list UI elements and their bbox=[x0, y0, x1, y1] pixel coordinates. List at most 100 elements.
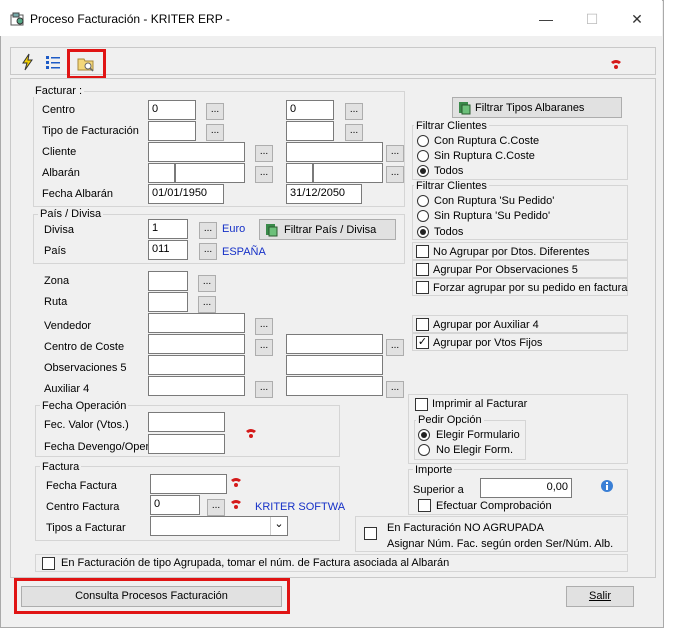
tipos-facturar-label: Tipos a Facturar bbox=[46, 522, 126, 534]
fecha-devengo-input[interactable] bbox=[148, 434, 225, 454]
auxiliar4-to-lookup-button[interactable]: ... bbox=[386, 381, 404, 398]
centro-from-lookup-button[interactable]: ... bbox=[206, 103, 224, 120]
vendedor-lookup-button[interactable]: ... bbox=[255, 318, 273, 335]
help-icon[interactable] bbox=[229, 476, 243, 488]
list-icon[interactable] bbox=[44, 52, 64, 72]
centro-factura-lookup-button[interactable]: ... bbox=[207, 499, 225, 516]
forzar-agrupar-checkbox[interactable] bbox=[416, 281, 429, 294]
fecha-albaran-from-input[interactable]: 01/01/1950 bbox=[148, 184, 224, 204]
help-icon[interactable] bbox=[244, 427, 258, 439]
fecha-albaran-to-input[interactable]: 31/12/2050 bbox=[286, 184, 362, 204]
albaran-from-input[interactable] bbox=[175, 163, 245, 183]
superior-input[interactable]: 0,00 bbox=[480, 478, 572, 498]
no-agrupar-dtos-checkbox[interactable] bbox=[416, 245, 429, 258]
filtrar-pais-divisa-button[interactable]: Filtrar País / Divisa bbox=[259, 219, 396, 240]
zona-input[interactable] bbox=[148, 271, 188, 291]
close-button[interactable]: ✕ bbox=[627, 10, 647, 28]
todos-ccoste-radio[interactable] bbox=[417, 165, 429, 177]
pais-lookup-button[interactable]: ... bbox=[199, 243, 217, 260]
albaran-from-serie-input[interactable] bbox=[148, 163, 175, 183]
efectuar-comprobacion-checkbox[interactable] bbox=[418, 499, 431, 512]
cliente-to-lookup-button[interactable]: ... bbox=[386, 145, 404, 162]
cliente-from-input[interactable] bbox=[148, 142, 245, 162]
tipo-from-lookup-button[interactable]: ... bbox=[206, 124, 224, 141]
agrupar-obs5-checkbox[interactable] bbox=[416, 263, 429, 276]
centro-coste-from-lookup-button[interactable]: ... bbox=[255, 339, 273, 356]
centro-to-lookup-button[interactable]: ... bbox=[345, 103, 363, 120]
cliente-to-input[interactable] bbox=[286, 142, 383, 162]
no-elegir-form-radio[interactable] bbox=[418, 444, 430, 456]
filtrar-pais-divisa-label: Filtrar País / Divisa bbox=[284, 224, 377, 236]
zona-lookup-button[interactable]: ... bbox=[198, 275, 216, 292]
auxiliar4-from-lookup-button[interactable]: ... bbox=[255, 381, 273, 398]
minimize-button[interactable]: — bbox=[536, 10, 556, 28]
app-icon bbox=[10, 12, 24, 26]
sin-ruptura-pedido-radio[interactable] bbox=[417, 210, 429, 222]
fecha-devengo-label: Fecha Devengo/Oper bbox=[44, 441, 150, 453]
fec-valor-input[interactable] bbox=[148, 412, 225, 432]
centro-coste-to-lookup-button[interactable]: ... bbox=[386, 339, 404, 356]
divisa-name: Euro bbox=[222, 223, 246, 235]
sin-ruptura-ccoste-label: Sin Ruptura C.Coste bbox=[434, 150, 535, 162]
albaran-from-lookup-button[interactable]: ... bbox=[255, 166, 273, 183]
ruta-input[interactable] bbox=[148, 292, 188, 312]
centro-from-input[interactable]: 0 bbox=[148, 100, 196, 120]
fecha-factura-label: Fecha Factura bbox=[46, 480, 117, 492]
info-icon[interactable] bbox=[600, 479, 614, 493]
albaran-to-serie-input[interactable] bbox=[286, 163, 313, 183]
elegir-formulario-radio[interactable] bbox=[418, 429, 430, 441]
filtrar-clientes-title-2: Filtrar Clientes bbox=[414, 180, 489, 192]
observaciones5-to-input[interactable] bbox=[286, 355, 383, 375]
imprimir-checkbox[interactable] bbox=[415, 398, 428, 411]
divisa-lookup-button[interactable]: ... bbox=[199, 222, 217, 239]
lightning-icon[interactable] bbox=[18, 52, 38, 72]
vendedor-input[interactable] bbox=[148, 313, 245, 333]
chevron-down-icon[interactable]: ⌄ bbox=[270, 517, 287, 535]
folder-search-icon[interactable] bbox=[76, 54, 96, 74]
cliente-from-lookup-button[interactable]: ... bbox=[255, 145, 273, 162]
tipo-to-lookup-button[interactable]: ... bbox=[345, 124, 363, 141]
divisa-input[interactable]: 1 bbox=[148, 219, 188, 239]
no-agrupada-checkbox[interactable] bbox=[364, 527, 377, 540]
elegir-formulario-label: Elegir Formulario bbox=[436, 429, 520, 441]
tipos-facturar-select[interactable] bbox=[150, 516, 288, 536]
filtrar-tipos-albaranes-button[interactable]: Filtrar Tipos Albaranes bbox=[452, 97, 622, 118]
pais-name: ESPAÑA bbox=[222, 246, 266, 258]
window-title: Proceso Facturación - KRITER ERP - bbox=[30, 12, 230, 26]
auxiliar4-to-input[interactable] bbox=[286, 376, 383, 396]
help-icon[interactable] bbox=[229, 498, 243, 510]
todos-pedido-radio[interactable] bbox=[417, 226, 429, 238]
agrupar-aux4-label: Agrupar por Auxiliar 4 bbox=[433, 319, 539, 331]
maximize-button[interactable]: ☐ bbox=[582, 10, 602, 28]
agrupar-aux4-checkbox[interactable] bbox=[416, 318, 429, 331]
tipo-from-input[interactable] bbox=[148, 121, 196, 141]
consulta-procesos-button[interactable]: Consulta Procesos Facturación bbox=[21, 586, 282, 607]
centro-factura-input[interactable]: 0 bbox=[150, 495, 200, 515]
con-ruptura-pedido-radio[interactable] bbox=[417, 195, 429, 207]
pedir-opcion-title: Pedir Opción bbox=[416, 414, 484, 426]
fecha-factura-input[interactable] bbox=[150, 474, 227, 494]
tipo-facturacion-label: Tipo de Facturación bbox=[42, 125, 139, 137]
facturar-title: Facturar : bbox=[33, 85, 85, 97]
help-icon[interactable] bbox=[609, 58, 623, 70]
agrupada-label: En Facturación de tipo Agrupada, tomar e… bbox=[61, 557, 450, 569]
auxiliar4-from-input[interactable] bbox=[148, 376, 245, 396]
fec-valor-label: Fec. Valor (Vtos.) bbox=[44, 419, 129, 431]
filtrar-clientes-title-1: Filtrar Clientes bbox=[414, 120, 489, 132]
salir-button[interactable]: Salir bbox=[566, 586, 634, 607]
agrupar-vtos-checkbox[interactable]: ✓ bbox=[416, 336, 429, 349]
agrupada-checkbox[interactable] bbox=[42, 557, 55, 570]
pais-input[interactable]: 011 bbox=[148, 240, 188, 260]
no-agrupada-line1: En Facturación NO AGRUPADA bbox=[387, 522, 544, 534]
tipo-to-input[interactable] bbox=[286, 121, 334, 141]
centro-coste-from-input[interactable] bbox=[148, 334, 245, 354]
albaran-to-input[interactable] bbox=[313, 163, 383, 183]
albaran-to-lookup-button[interactable]: ... bbox=[386, 166, 404, 183]
centro-coste-to-input[interactable] bbox=[286, 334, 383, 354]
observaciones5-from-input[interactable] bbox=[148, 355, 245, 375]
sin-ruptura-ccoste-radio[interactable] bbox=[417, 150, 429, 162]
centro-to-input[interactable]: 0 bbox=[286, 100, 334, 120]
ruta-lookup-button[interactable]: ... bbox=[198, 296, 216, 313]
con-ruptura-ccoste-radio[interactable] bbox=[417, 135, 429, 147]
agrupar-vtos-label: Agrupar por Vtos Fijos bbox=[433, 337, 543, 349]
